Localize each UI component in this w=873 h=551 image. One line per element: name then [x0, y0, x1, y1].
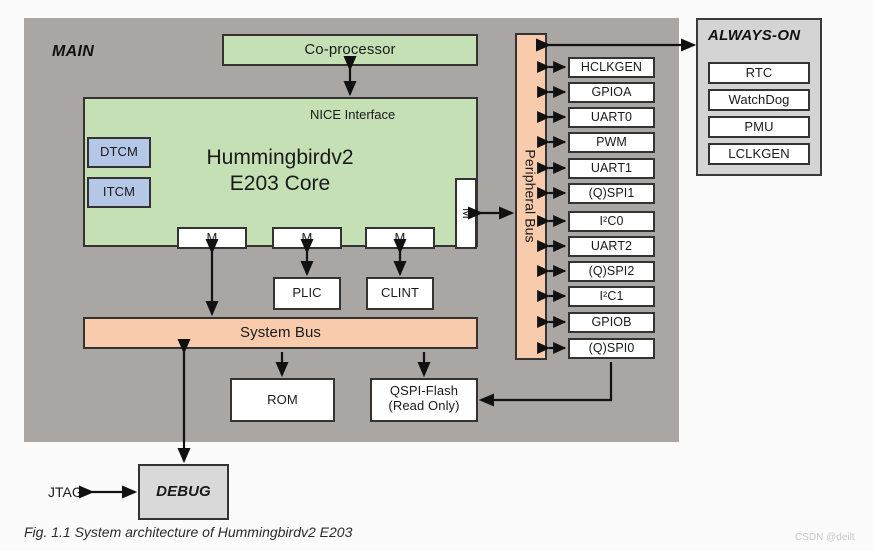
connector-arrows: [78, 38, 697, 499]
watermark: CSDN @deilt: [795, 532, 855, 543]
figure-canvas: MAIN ALWAYS-ON RTC WatchDog PMU LCLKGEN …: [0, 0, 873, 551]
figure-caption: Fig. 1.1 System architecture of Hummingb…: [24, 524, 353, 540]
